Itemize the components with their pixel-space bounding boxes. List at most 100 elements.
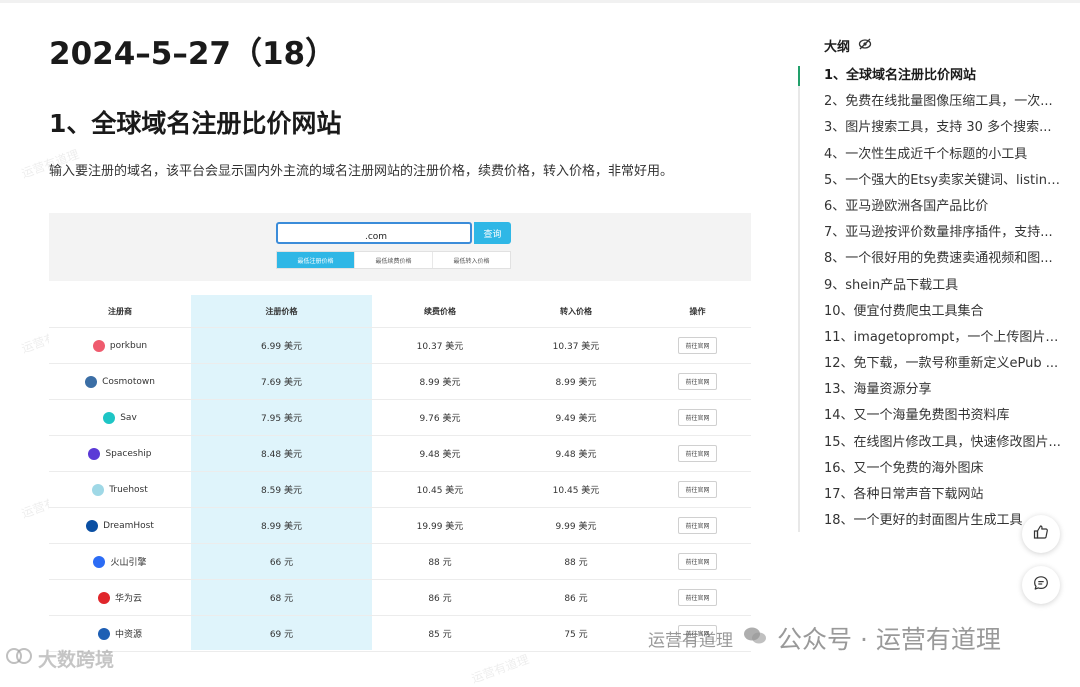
register-price: 68 元 — [269, 594, 294, 604]
search-button[interactable]: 查询 — [474, 222, 511, 244]
table-row: porkbun 6.99 美元 10.37 美元 10.37 美元 前往官网 — [49, 328, 751, 364]
action-cell: 前往官网 — [644, 409, 751, 426]
visit-site-button[interactable]: 前往官网 — [678, 589, 717, 606]
transfer-price: 10.37 美元 — [552, 342, 600, 352]
register-price: 7.69 美元 — [261, 378, 302, 388]
outline-list: 1、全球域名注册比价网站 2、免费在线批量图像压缩工具，一次... 3、图片搜索工具… — [824, 66, 1064, 537]
visit-site-button[interactable]: 前往官网 — [678, 337, 717, 354]
comment-button[interactable] — [1022, 566, 1060, 604]
registrar-logo-icon — [92, 339, 105, 352]
outline-item[interactable]: 3、图片搜索工具，支持 30 多个搜索... — [824, 118, 1064, 144]
outline-item[interactable]: 6、亚马逊欧洲各国产品比价 — [824, 197, 1064, 223]
transfer-price: 8.99 美元 — [555, 378, 597, 388]
header-register-price: 注册价格 — [265, 306, 298, 316]
wechat-icon — [743, 626, 767, 650]
registrar-logo-icon — [88, 447, 101, 460]
outline-item[interactable]: 11、imagetoprompt，一个上传图片后... — [824, 328, 1064, 354]
registrar-logo-icon — [97, 591, 110, 604]
wechat-watermark: 运营有道理 公众号 · 运营有道理 — [648, 620, 1001, 656]
transfer-price: 75 元 — [564, 630, 588, 640]
renew-price: 88 元 — [428, 558, 452, 568]
table-row: Cosmotown 7.69 美元 8.99 美元 8.99 美元 前往官网 — [49, 364, 751, 400]
outline-item[interactable]: 14、又一个海量免费图书资料库 — [824, 406, 1064, 432]
table-row: 中资源 69 元 85 元 75 元前往官网 — [49, 616, 751, 652]
like-button[interactable] — [1022, 515, 1060, 553]
action-cell: 前往官网 — [644, 373, 751, 390]
brand-watermark-text: 大数跨境 — [38, 649, 115, 671]
table-row: Truehost 8.59 美元 10.45 美元 10.45 美元 前往官网 — [49, 472, 751, 508]
table-row: Sav 7.95 美元 9.76 美元 9.49 美元 前往官网 — [49, 400, 751, 436]
registrar-name: Cosmotown — [102, 376, 155, 387]
header-transfer-price: 转入价格 — [560, 306, 592, 316]
thumbs-up-icon — [1033, 524, 1049, 544]
renew-price: 85 元 — [428, 630, 452, 640]
visit-site-button[interactable]: 前往官网 — [678, 553, 717, 570]
registrar-cell: DreamHost — [49, 519, 191, 532]
header-renew-price: 续费价格 — [424, 306, 456, 316]
register-price: 66 元 — [269, 558, 294, 568]
visit-site-button[interactable]: 前往官网 — [678, 445, 717, 462]
outline-item[interactable]: 1、全球域名注册比价网站 — [824, 66, 1064, 92]
registrar-cell: 华为云 — [49, 591, 191, 604]
registrar-name: Spaceship — [105, 448, 152, 459]
table-header-row: 注册商 注册价格 续费价格 转入价格 操作 — [49, 295, 751, 328]
outline-item[interactable]: 12、免下载，一款号称重新定义ePub ... — [824, 354, 1064, 380]
section-heading: 1、全球域名注册比价网站 — [49, 109, 342, 138]
renew-price: 8.99 美元 — [419, 378, 461, 388]
table-row: Spaceship 8.48 美元 9.48 美元 9.48 美元 前往官网 — [49, 436, 751, 472]
domain-search-input[interactable] — [278, 227, 474, 247]
visit-site-button[interactable]: 前往官网 — [678, 409, 717, 426]
visit-site-button[interactable]: 前往官网 — [678, 373, 717, 390]
registrar-cell: Spaceship — [49, 447, 191, 460]
outline-item[interactable]: 5、一个强大的Etsy卖家关键词、listing... — [824, 171, 1064, 197]
outline-item[interactable]: 8、一个很好用的免费速卖通视频和图... — [824, 249, 1064, 275]
registrar-name: Sav — [120, 412, 137, 423]
registrar-logo-icon — [93, 555, 106, 568]
register-price: 8.99 美元 — [261, 522, 302, 532]
table-row: DreamHost 8.99 美元 19.99 美元 9.99 美元 前往官网 — [49, 508, 751, 544]
renew-price: 10.45 美元 — [416, 486, 464, 496]
register-price: 8.59 美元 — [261, 486, 302, 496]
action-cell: 前往官网 — [644, 589, 751, 606]
sort-tab-renew[interactable]: 最低续费价格 — [355, 252, 433, 268]
outline-item[interactable]: 15、在线图片修改工具，快速修改图片... — [824, 433, 1064, 459]
top-border — [0, 0, 1080, 3]
outline-item[interactable]: 13、海量资源分享 — [824, 380, 1064, 406]
outline-item[interactable]: 7、亚马逊按评价数量排序插件，支持... — [824, 223, 1064, 249]
transfer-price: 9.99 美元 — [555, 522, 597, 532]
visit-site-button[interactable]: 前往官网 — [678, 481, 717, 498]
transfer-price: 9.49 美元 — [555, 414, 597, 424]
outline-item[interactable]: 10、便宜付费爬虫工具集合 — [824, 302, 1064, 328]
outline-item[interactable]: 9、shein产品下载工具 — [824, 276, 1064, 302]
outline-item[interactable]: 16、又一个免费的海外图床 — [824, 459, 1064, 485]
wechat-watermark-small: 运营有道理 — [648, 630, 733, 651]
sort-tab-register[interactable]: 最低注册价格 — [277, 252, 355, 268]
outline-item[interactable]: 2、免费在线批量图像压缩工具，一次... — [824, 92, 1064, 118]
outline-item[interactable]: 4、一次性生成近千个标题的小工具 — [824, 145, 1064, 171]
renew-price: 10.37 美元 — [416, 342, 464, 352]
outline-item[interactable]: 17、各种日常声音下载网站 — [824, 485, 1064, 511]
action-cell: 前往官网 — [644, 481, 751, 498]
visit-site-button[interactable]: 前往官网 — [678, 517, 717, 534]
outline-track — [798, 66, 800, 532]
registrar-cell: 火山引擎 — [49, 555, 191, 568]
registrar-name: 华为云 — [114, 594, 142, 604]
action-cell: 前往官网 — [644, 517, 751, 534]
register-price: 69 元 — [269, 630, 294, 640]
transfer-price: 86 元 — [564, 594, 588, 604]
renew-price: 9.76 美元 — [419, 414, 461, 424]
eye-off-icon[interactable] — [858, 37, 872, 55]
sort-tabs: 最低注册价格 最低续费价格 最低转入价格 — [276, 251, 511, 269]
table-row: 华为云 68 元 86 元 86 元 前往官网 — [49, 580, 751, 616]
transfer-price: 9.48 美元 — [555, 450, 597, 460]
price-table: 注册商 注册价格 续费价格 转入价格 操作 porkbun 6.99 美元 10.3… — [49, 295, 751, 652]
header-action: 操作 — [689, 306, 706, 316]
renew-price: 19.99 美元 — [416, 522, 464, 532]
registrar-cell: 中资源 — [49, 627, 191, 640]
registrar-cell: Cosmotown — [49, 375, 191, 388]
registrar-name: DreamHost — [103, 520, 154, 531]
action-cell: 前往官网 — [644, 445, 751, 462]
sort-tab-transfer[interactable]: 最低转入价格 — [433, 252, 510, 268]
register-price: 8.48 美元 — [261, 450, 302, 460]
intro-paragraph: 输入要注册的域名，该平台会显示国内外主流的域名注册网站的注册价格，续费价格，转入… — [49, 164, 674, 179]
